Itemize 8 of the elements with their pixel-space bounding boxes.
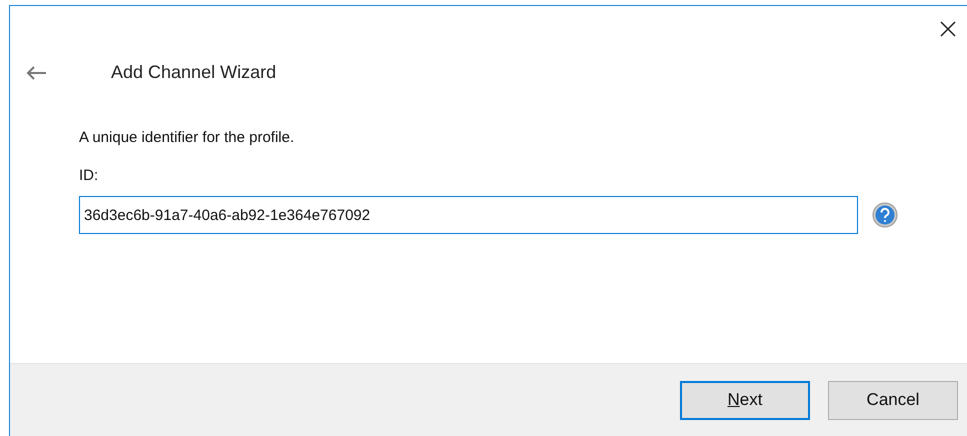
help-icon[interactable] (872, 202, 898, 228)
wizard-title: Add Channel Wizard (111, 62, 276, 83)
back-button[interactable] (25, 64, 47, 80)
field-label: ID: (79, 167, 100, 184)
id-input-field[interactable]: 36d3ec6b-91a7-40a6-ab92-1e364e767092 (79, 196, 858, 234)
description-text: A unique identifier for the profile. (79, 129, 296, 146)
cancel-button[interactable]: Cancel (828, 380, 958, 420)
next-button[interactable]: Next (680, 380, 810, 420)
